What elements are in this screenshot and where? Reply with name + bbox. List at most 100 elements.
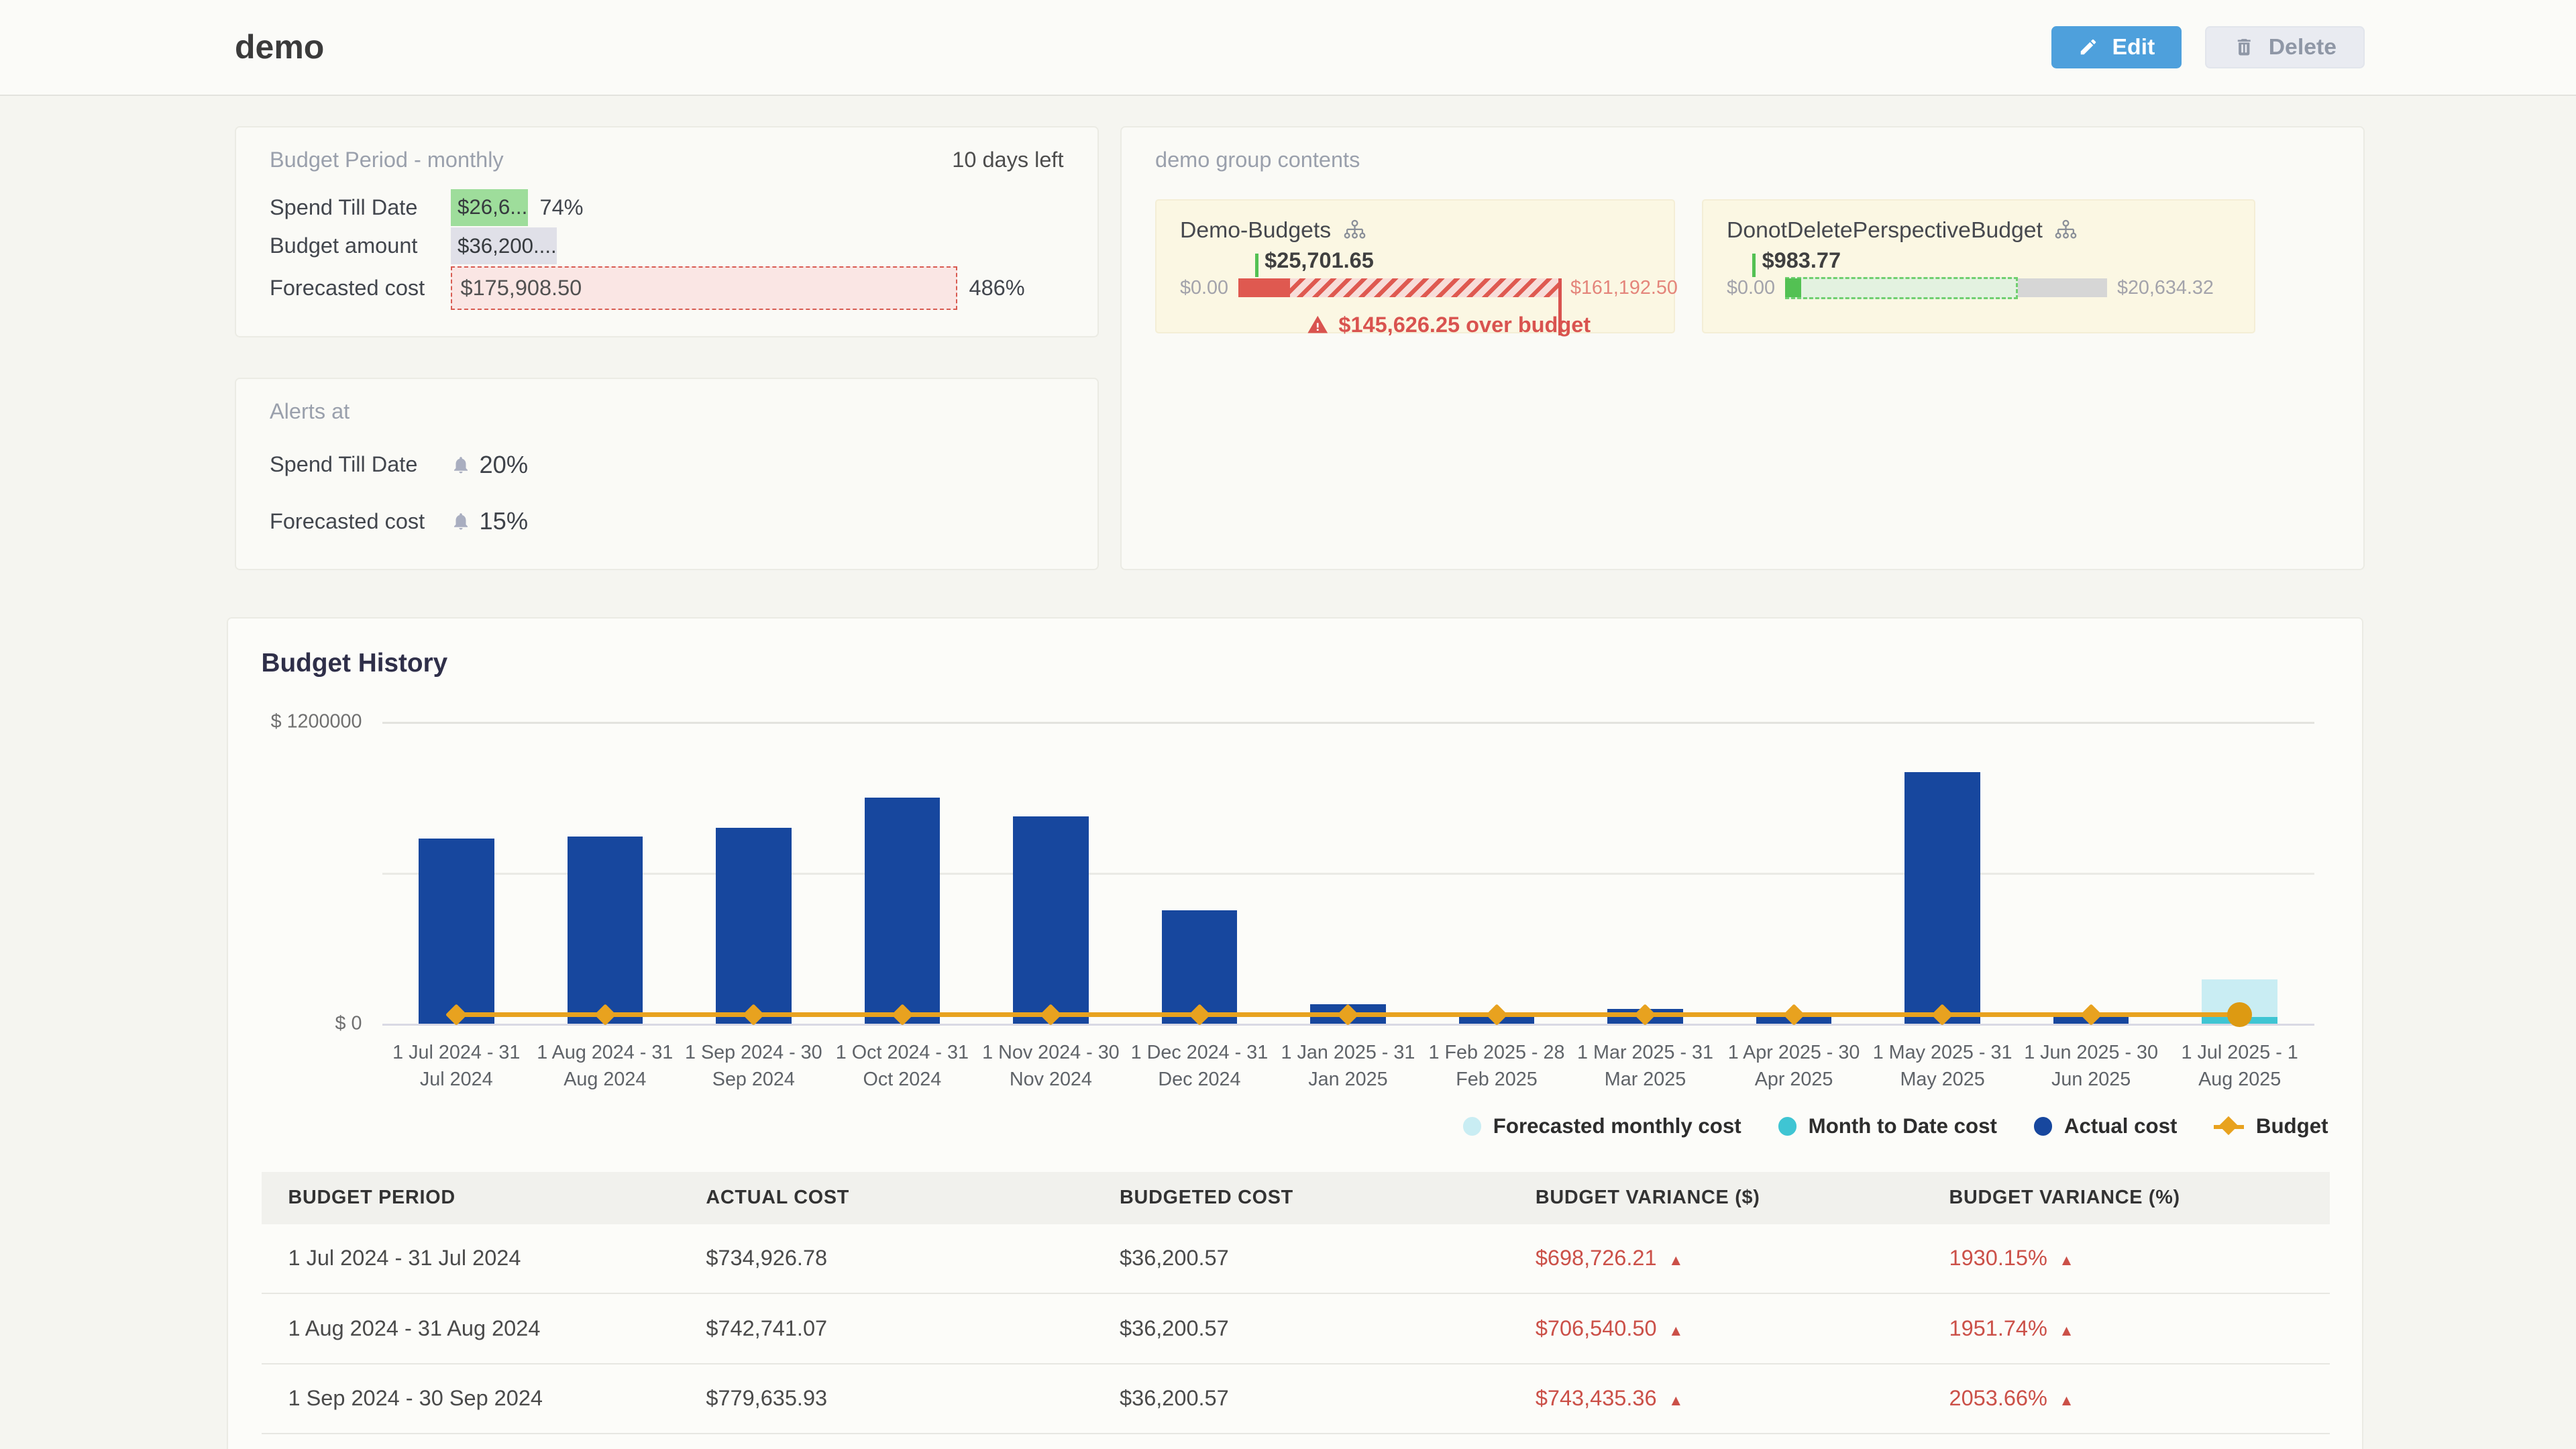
- table-header-row: BUDGET PERIODACTUAL COSTBUDGETED COST BUD…: [262, 1172, 2330, 1224]
- budget-history-table: BUDGET PERIODACTUAL COSTBUDGETED COST BUD…: [262, 1172, 2330, 1434]
- forecast-segment: [1785, 277, 2018, 300]
- legend-color-dot: [2034, 1117, 2053, 1136]
- legend-label: Forecasted monthly cost: [1493, 1114, 1741, 1138]
- table-header-cell: ACTUAL COST: [679, 1187, 1093, 1209]
- page-title: demo: [235, 28, 324, 66]
- demo-budgets-bar: [1238, 278, 1560, 297]
- spend-marker: [1255, 254, 1258, 277]
- bar-min-label: $0.00: [1727, 277, 1775, 299]
- table-header-cell: BUDGETED COST: [1093, 1187, 1509, 1209]
- budget-period-title: Budget Period - monthly: [270, 148, 504, 172]
- x-axis-tick-label: 1 Dec 2024 - 31Dec 2024: [1125, 1039, 1274, 1093]
- table-body: 1 Jul 2024 - 31 Jul 2024$734,926.78$36,2…: [262, 1224, 2330, 1435]
- bar-max-label: $20,634.32: [2117, 277, 2214, 299]
- gridline-mid: [382, 873, 2314, 875]
- x-axis-tick-label: 1 Nov 2024 - 30Nov 2024: [977, 1039, 1126, 1093]
- variance-up-icon: ▲: [2059, 1392, 2074, 1409]
- budget-history-panel: Budget History $ 1200000 $ 0 1 Jul 2024 …: [227, 617, 2363, 1449]
- table-header-cell: BUDGET PERIOD: [262, 1187, 680, 1209]
- header-actions: Edit Delete: [2051, 26, 2365, 68]
- edit-button-label: Edit: [2112, 34, 2155, 60]
- delete-button[interactable]: Delete: [2205, 26, 2365, 68]
- forecasted-cost-bar: $175,908.50: [451, 266, 957, 310]
- group-contents-title: demo group contents: [1155, 148, 1360, 172]
- group-contents-card: demo group contents Demo-Budgets $25,701…: [1120, 126, 2365, 571]
- budget-period-card: Budget Period - monthly 10 days left Spe…: [235, 126, 1099, 337]
- x-axis-labels: 1 Jul 2024 - 31Jul 20241 Aug 2024 - 31Au…: [382, 1039, 2314, 1093]
- trash-icon: [2233, 36, 2255, 58]
- gridline-top: [382, 722, 2314, 724]
- x-axis-tick-label: 1 Jul 2024 - 31Jul 2024: [382, 1039, 531, 1093]
- table-cell-budgeted: $36,200.57: [1093, 1386, 1509, 1411]
- spend-till-date-bar: $26,6...: [451, 189, 528, 226]
- bell-icon: [451, 511, 471, 531]
- y-axis-zero-label: $ 0: [335, 1013, 362, 1035]
- spend-marker: [1752, 254, 1756, 277]
- legend-item: Actual cost: [2034, 1114, 2177, 1138]
- spend-segment: [1785, 278, 1801, 297]
- table-cell-var_usd: $698,726.21▲: [1509, 1246, 1923, 1271]
- over-budget-end-marker: [1558, 278, 1562, 335]
- budget-item-donotdelete[interactable]: DonotDeletePerspectiveBudget $983.77 $0.…: [1702, 199, 2255, 333]
- edit-button[interactable]: Edit: [2051, 26, 2182, 68]
- budget-item-spend-amount: $25,701.65: [1265, 248, 1374, 273]
- delete-button-label: Delete: [2269, 34, 2337, 60]
- legend-item: Month to Date cost: [1778, 1114, 1997, 1138]
- legend-color-dot: [1463, 1117, 1482, 1136]
- budget-history-title: Budget History: [262, 649, 2345, 678]
- actual-cost-bar: [716, 828, 792, 1024]
- budget-item-demo-budgets[interactable]: Demo-Budgets $25,701.65 $0.00: [1155, 199, 1675, 333]
- bar-max-label: $161,192.50: [1570, 277, 1678, 299]
- x-axis-tick-label: 1 Aug 2024 - 31Aug 2024: [531, 1039, 680, 1093]
- actual-cost-bar: [568, 837, 643, 1024]
- alerts-card: Alerts at Spend Till Date 20% Forecasted…: [235, 378, 1099, 571]
- warning-icon: [1307, 314, 1329, 336]
- over-budget-note: $145,626.25 over budget: [1180, 313, 1650, 337]
- table-cell-actual: $779,635.93: [679, 1386, 1093, 1411]
- table-cell-var_pct: 1930.15%▲: [1923, 1246, 2330, 1271]
- actual-cost-bar: [865, 798, 941, 1024]
- spend-till-date-row: Spend Till Date $26,6... 74%: [270, 189, 1064, 226]
- table-row: 1 Sep 2024 - 30 Sep 2024$779,635.93$36,2…: [262, 1364, 2330, 1435]
- budget-item-spend-amount: $983.77: [1762, 248, 1841, 273]
- page-header: demo Edit Delete: [0, 0, 2576, 96]
- x-axis-tick-label: 1 Feb 2025 - 28Feb 2025: [1422, 1039, 1571, 1093]
- table-cell-actual: $734,926.78: [679, 1246, 1093, 1271]
- budget-amount-row: Budget amount $36,200....: [270, 227, 1064, 264]
- hierarchy-icon: [2054, 219, 2078, 241]
- table-row: 1 Aug 2024 - 31 Aug 2024$742,741.07$36,2…: [262, 1294, 2330, 1364]
- actual-cost-bar: [419, 839, 494, 1024]
- donotdelete-bar: [1785, 278, 2107, 297]
- budget-amount-bar: $36,200....: [451, 227, 557, 264]
- actual-cost-bar: [1013, 816, 1089, 1024]
- forecasted-cost-row: Forecasted cost $175,908.50 486%: [270, 266, 1064, 310]
- pencil-icon: [2078, 37, 2098, 57]
- legend-item: Forecasted monthly cost: [1463, 1114, 1741, 1138]
- budget-history-chart: $ 1200000 $ 0: [382, 722, 2314, 1024]
- spend-till-date-pct: 74%: [540, 195, 584, 220]
- table-cell-period: 1 Sep 2024 - 30 Sep 2024: [262, 1386, 680, 1411]
- main-content: Budget Period - monthly 10 days left Spe…: [0, 96, 2576, 1449]
- legend-label: Budget: [2256, 1114, 2328, 1138]
- spend-segment: [1238, 278, 1290, 297]
- variance-up-icon: ▲: [1668, 1252, 1683, 1269]
- table-cell-var_pct: 1951.74%▲: [1923, 1316, 2330, 1341]
- x-axis-tick-label: 1 May 2025 - 31May 2025: [1868, 1039, 2017, 1093]
- actual-cost-bar: [1904, 772, 1980, 1024]
- x-axis-tick-label: 1 Jan 2025 - 31Jan 2025: [1274, 1039, 1423, 1093]
- alert-spend-pct: 20%: [480, 451, 529, 479]
- alert-row-forecast: Forecasted cost 15%: [270, 507, 1064, 535]
- table-cell-var_usd: $706,540.50▲: [1509, 1316, 1923, 1341]
- legend-label: Month to Date cost: [1809, 1114, 1997, 1138]
- x-axis-tick-label: 1 Sep 2024 - 30Sep 2024: [680, 1039, 828, 1093]
- table-cell-budgeted: $36,200.57: [1093, 1246, 1509, 1271]
- variance-up-icon: ▲: [1668, 1392, 1683, 1409]
- days-left-label: 10 days left: [952, 148, 1063, 172]
- table-header-cell: BUDGET VARIANCE (%): [1923, 1187, 2330, 1209]
- x-axis-tick-label: 1 Jul 2025 - 1Aug 2025: [2165, 1039, 2314, 1093]
- table-cell-var_pct: 2053.66%▲: [1923, 1386, 2330, 1411]
- table-cell-var_usd: $743,435.36▲: [1509, 1386, 1923, 1411]
- forecasted-cost-pct: 486%: [969, 276, 1025, 301]
- legend-label: Actual cost: [2064, 1114, 2177, 1138]
- budget-legend-icon: [2214, 1117, 2244, 1136]
